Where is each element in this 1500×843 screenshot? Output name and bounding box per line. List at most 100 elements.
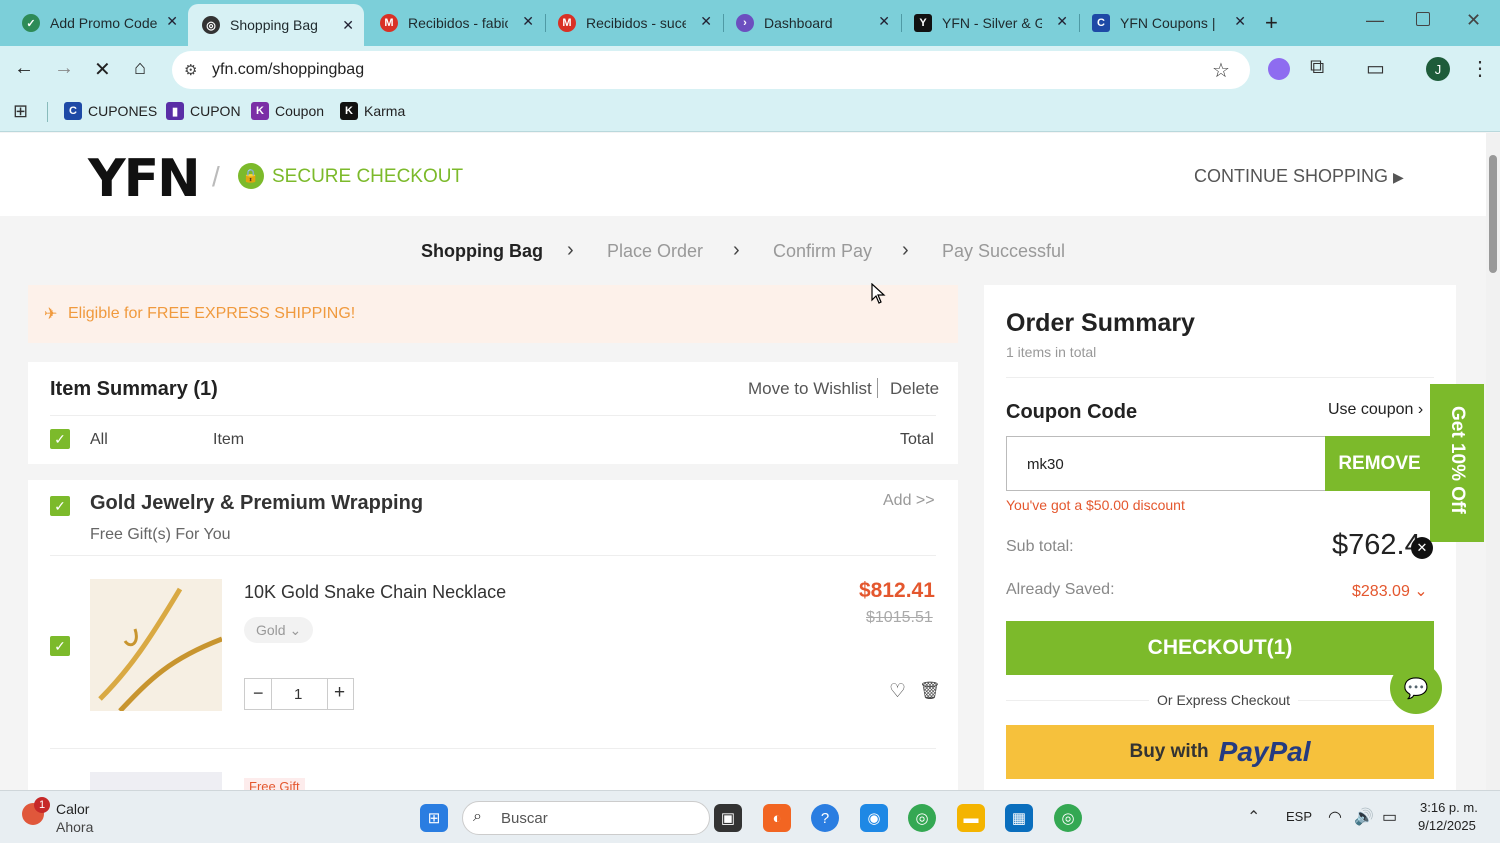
clock-date[interactable]: 9/12/2025 (1418, 818, 1476, 833)
product-image[interactable] (90, 579, 222, 711)
browser-tab-strip: ✓ Add Promo Code ✕ ◎ Shopping Bag ✕ M Re… (0, 0, 1500, 46)
forward-icon[interactable]: → (54, 57, 74, 80)
chevron-right-icon: › (902, 239, 909, 261)
variant-selector[interactable]: Gold ⌄ (244, 617, 314, 643)
apps-grid-icon[interactable]: ⊞ (13, 101, 28, 122)
chrome-profile-icon[interactable]: ◎ (1054, 804, 1082, 832)
clock-time[interactable]: 3:16 p. m. (1420, 800, 1478, 815)
free-shipping-banner: ✈ Eligible for FREE EXPRESS SHIPPING! (28, 285, 958, 343)
add-gift-link[interactable]: Add >> (883, 492, 935, 510)
bookmark-coupon[interactable]: K Coupon (251, 102, 324, 120)
app-monitor-icon[interactable]: ▦ (1005, 804, 1033, 832)
select-all-checkbox[interactable]: ✓ (50, 429, 70, 449)
yfn-logo[interactable]: YFN (88, 149, 201, 209)
volume-icon[interactable]: 🔊 (1354, 807, 1374, 827)
yfn-favicon-icon: Y (914, 14, 932, 32)
extensions-puzzle-icon[interactable]: ⧉ (1310, 56, 1324, 79)
address-bar[interactable]: ⚙ yfn.com/shoppingbag ☆ (172, 51, 1250, 89)
use-coupon-link[interactable]: Use coupon › (1328, 401, 1423, 419)
battery-icon[interactable]: ▭ (1382, 807, 1397, 827)
product-name[interactable]: 10K Gold Snake Chain Necklace (244, 582, 506, 603)
minus-icon[interactable]: − (253, 683, 264, 704)
wifi-icon[interactable]: ◠ (1328, 807, 1342, 827)
site-settings-icon[interactable]: ⚙ (184, 61, 197, 79)
taskbar-search[interactable]: ⌕ Buscar (462, 801, 710, 835)
profile-avatar[interactable]: J (1426, 57, 1450, 81)
step-place-order: Place Order (607, 241, 704, 261)
tab-shopping-bag[interactable]: ◎ Shopping Bag ✕ (188, 4, 364, 46)
page-scrollbar[interactable] (1486, 133, 1500, 790)
product-group-card: ✓ Gold Jewelry & Premium Wrapping Add >>… (28, 480, 958, 790)
col-total-label: Total (900, 431, 934, 448)
wishlist-heart-icon[interactable]: ♡ (889, 680, 906, 703)
delete-link[interactable]: Delete (890, 379, 939, 399)
file-explorer-icon[interactable]: ▬ (957, 804, 985, 832)
rocket-icon: ✈ (44, 306, 58, 323)
task-view-icon[interactable]: ▣ (714, 804, 742, 832)
tab-yfn-silver-gold[interactable]: Y YFN - Silver & Gold ✕ (900, 0, 1078, 46)
already-saved-value[interactable]: $283.09 ⌄ (1352, 581, 1428, 601)
get-10-off-tab[interactable]: Get 10% Off (1430, 384, 1484, 542)
stop-loading-icon[interactable]: ✕ (94, 57, 111, 82)
window-close-icon[interactable]: ✕ (1466, 10, 1481, 31)
language-indicator[interactable]: ESP (1286, 809, 1312, 824)
coupon-input[interactable]: mk30 (1006, 436, 1326, 491)
back-icon[interactable]: ← (14, 57, 34, 80)
page-content: YFN / 🔒 SECURE CHECKOUT CONTINUE SHOPPIN… (0, 133, 1486, 790)
tab-dashboard[interactable]: › Dashboard ✕ (722, 0, 900, 46)
close-tab-icon[interactable]: ✕ (342, 17, 354, 34)
close-tab-icon[interactable]: ✕ (700, 13, 712, 30)
close-tab-icon[interactable]: ✕ (1056, 13, 1068, 30)
chevron-up-icon[interactable]: ⌃ (1247, 807, 1260, 827)
tab-title: Add Promo Code (50, 15, 158, 31)
bookmark-cupon[interactable]: ▮ CUPON (166, 102, 241, 120)
quantity-value[interactable]: 1 (294, 686, 302, 703)
close-tab-icon[interactable]: ✕ (878, 13, 890, 30)
checkout-button[interactable]: CHECKOUT(1) (1006, 621, 1434, 675)
app-orange-icon[interactable]: ◐ (763, 804, 791, 832)
chrome-icon[interactable]: ◎ (908, 804, 936, 832)
menu-dots-icon[interactable]: ⋮ (1470, 56, 1490, 81)
edge-browser-icon[interactable]: ◉ (860, 804, 888, 832)
close-tab-icon[interactable]: ✕ (1234, 13, 1246, 30)
col-item-label: Item (213, 431, 245, 448)
extension-icon[interactable] (1268, 58, 1290, 80)
help-icon[interactable]: ? (811, 804, 839, 832)
tab-add-promo-code[interactable]: ✓ Add Promo Code ✕ (8, 0, 188, 46)
close-promo-icon[interactable]: ✕ (1411, 537, 1433, 559)
cast-icon[interactable]: ▭ (1366, 56, 1385, 81)
chat-bubble-icon[interactable]: 💬 (1390, 662, 1442, 714)
move-to-wishlist-link[interactable]: Move to Wishlist (748, 379, 872, 399)
url-text: yfn.com/shoppingbag (212, 61, 365, 78)
home-icon[interactable]: ⌂ (134, 57, 146, 80)
remove-coupon-button[interactable]: REMOVE (1325, 436, 1434, 491)
restore-icon[interactable] (1416, 12, 1430, 26)
weather-title[interactable]: Calor (56, 801, 89, 817)
tab-yfn-coupons[interactable]: C YFN Coupons | 5 ✕ (1078, 0, 1256, 46)
windows-start-icon[interactable]: ⊞ (420, 804, 448, 832)
plus-icon[interactable]: + (334, 682, 345, 704)
tab-recibidos-fabio[interactable]: M Recibidos - fabio ✕ (366, 0, 544, 46)
lock-icon: 🔒 (238, 163, 264, 189)
coupon-code-title: Coupon Code (1006, 401, 1138, 423)
new-tab-icon[interactable]: + (1265, 10, 1278, 36)
variant-label: Gold (256, 622, 286, 638)
windows-taskbar: 1 Calor Ahora ⊞ ⌕ Buscar ▣ ◐ ? ◉ ◎ ▬ ▦ ◎… (0, 790, 1500, 843)
bookmark-cupones[interactable]: C CUPONES (64, 102, 157, 120)
paypal-button[interactable]: Buy with PayPal (1006, 725, 1434, 779)
scrollbar-thumb[interactable] (1489, 155, 1497, 273)
trash-icon[interactable]: 🗑 (919, 681, 941, 701)
chevron-down-icon: ⌄ (1414, 583, 1428, 600)
bookmark-star-icon[interactable]: ☆ (1212, 58, 1230, 83)
step-shopping-bag: Shopping Bag (421, 241, 543, 261)
free-gifts-subtitle: Free Gift(s) For You (90, 526, 231, 543)
tab-recibidos-suces[interactable]: M Recibidos - suces ✕ (544, 0, 722, 46)
product-checkbox[interactable]: ✓ (50, 636, 70, 656)
item-summary-title: Item Summary (1) (50, 378, 218, 400)
close-tab-icon[interactable]: ✕ (522, 13, 534, 30)
minimize-icon[interactable]: — (1366, 10, 1384, 31)
group-checkbox[interactable]: ✓ (50, 496, 70, 516)
continue-shopping-link[interactable]: CONTINUE SHOPPING ▶ (1194, 166, 1404, 187)
bookmark-karma[interactable]: K Karma (340, 102, 405, 120)
close-tab-icon[interactable]: ✕ (166, 13, 178, 30)
